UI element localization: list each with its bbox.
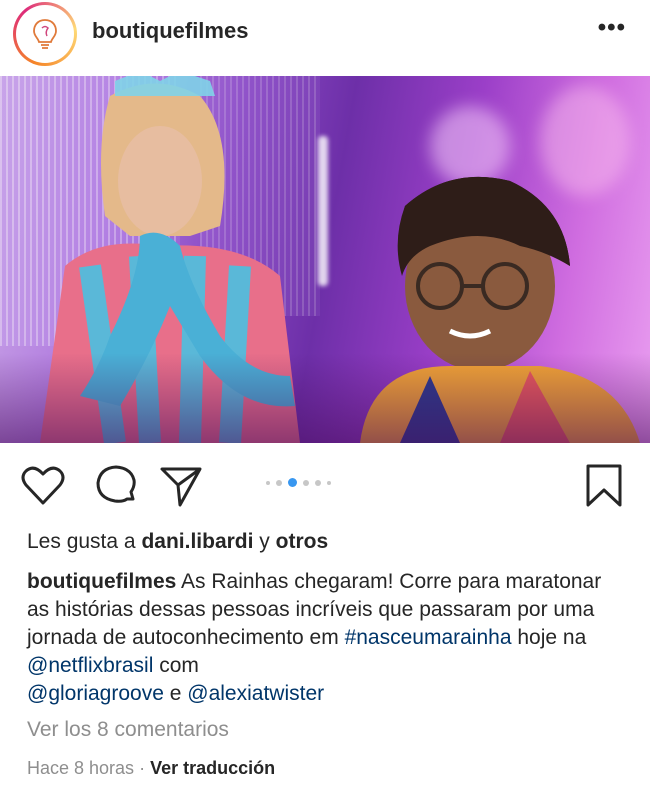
carousel-dot: [315, 479, 321, 486]
carousel-dot: [266, 480, 270, 485]
likes-prefix: Les gusta a: [27, 530, 136, 553]
likes-joiner: y: [259, 530, 270, 553]
post-username[interactable]: boutiquefilmes: [92, 18, 248, 44]
comment-icon[interactable]: [93, 463, 139, 509]
post-caption: boutiquefilmes As Rainhas chegaram! Corr…: [27, 568, 627, 708]
meta-separator: ·: [139, 758, 146, 778]
timestamp: Hace 8 horas: [27, 758, 135, 778]
avatar-lightbulb-icon: [16, 5, 74, 63]
view-comments-link[interactable]: Ver los 8 comentarios: [27, 718, 229, 742]
translate-link[interactable]: Ver traducción: [150, 758, 275, 778]
carousel-dot-active: [288, 478, 297, 487]
bookmark-icon[interactable]: [582, 463, 626, 509]
post-meta: Hace 8 horas · Ver traducción: [27, 758, 275, 779]
floor-shadow: [0, 353, 650, 443]
share-icon[interactable]: [158, 463, 204, 509]
likes-others[interactable]: otros: [276, 530, 329, 553]
caption-text: com: [159, 654, 199, 677]
caption-text: hoje na: [517, 626, 587, 649]
post-header: boutiquefilmes •••: [0, 0, 650, 76]
caption-text: e: [169, 682, 182, 705]
carousel-indicator: [266, 478, 331, 487]
carousel-dot: [327, 480, 331, 485]
likes-user[interactable]: dani.libardi: [141, 530, 253, 553]
mention-link[interactable]: @alexiatwister: [187, 682, 324, 705]
carousel-dot: [276, 479, 282, 486]
avatar[interactable]: [13, 2, 77, 66]
heart-icon[interactable]: [20, 463, 66, 509]
mention-link[interactable]: @netflixbrasil: [27, 654, 153, 677]
more-options-button[interactable]: •••: [598, 14, 626, 42]
carousel-dot: [303, 479, 309, 486]
caption-author[interactable]: boutiquefilmes: [27, 570, 176, 593]
post-image[interactable]: [0, 76, 650, 443]
hashtag-link[interactable]: #nasceumarainha: [345, 626, 512, 649]
likes-summary[interactable]: Les gusta a dani.libardi y otros: [27, 530, 328, 554]
mention-link[interactable]: @gloriagroove: [27, 682, 164, 705]
